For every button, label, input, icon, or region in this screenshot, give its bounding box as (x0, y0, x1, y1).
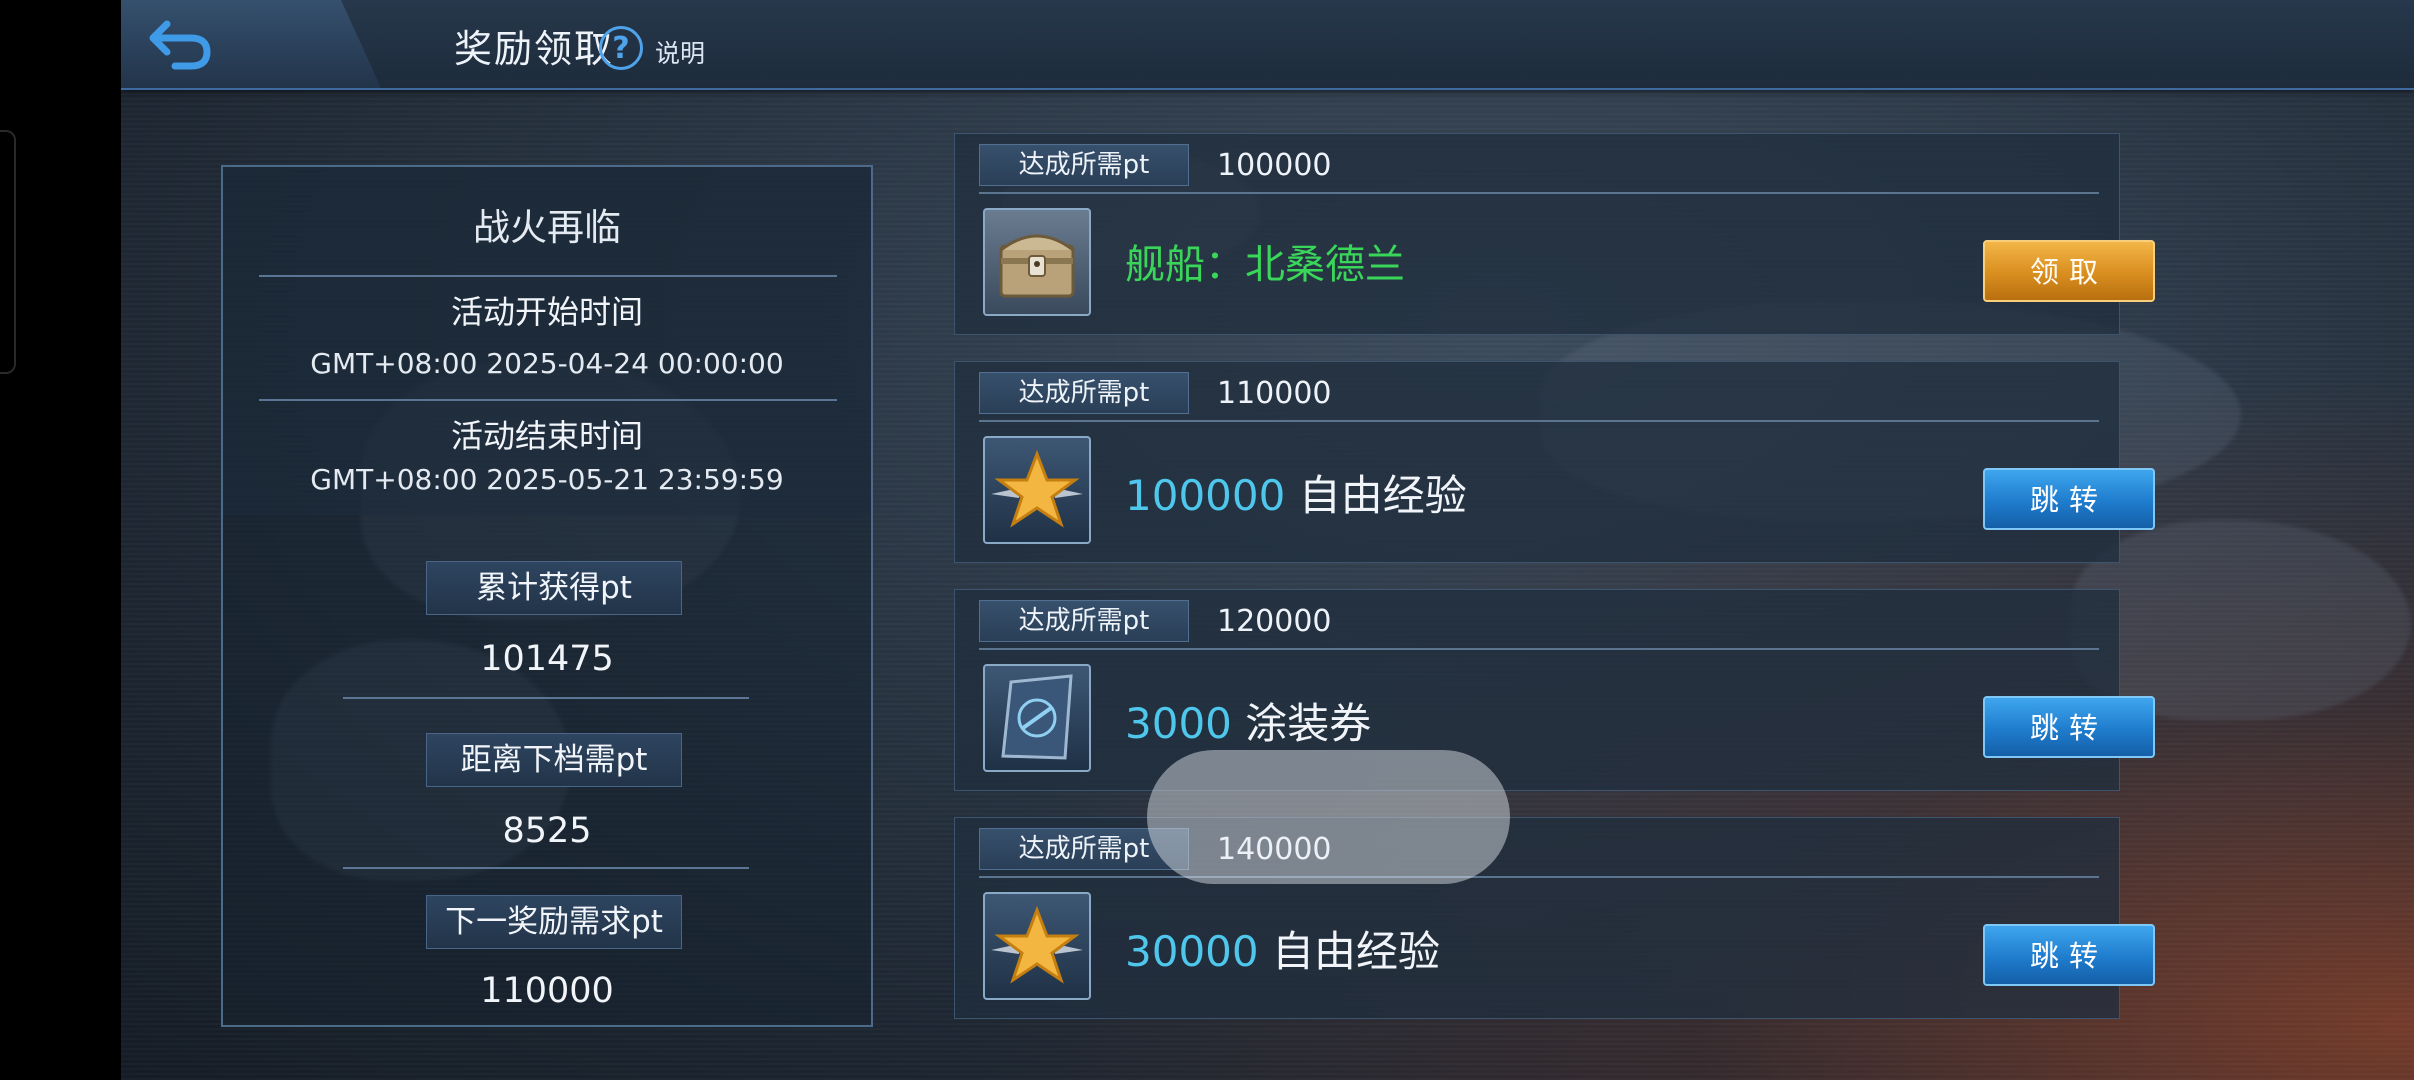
divider (979, 192, 2099, 194)
reward-name: 自由经验 (1271, 927, 1440, 976)
required-pt-value: 120000 (1217, 604, 1332, 639)
jump-button[interactable]: 跳转 (1983, 696, 2155, 758)
phone-edge (0, 130, 16, 374)
reward-text: 30000 自由经验 (1125, 918, 1440, 979)
reward-card: 达成所需pt 140000 30000 自由经验 跳转 (954, 817, 2155, 1019)
divider (343, 697, 749, 699)
back-arrow-icon (149, 20, 211, 70)
divider (259, 275, 837, 277)
required-pt-value: 100000 (1217, 148, 1332, 183)
required-pt-label: 达成所需pt (979, 372, 1189, 414)
next-req-value: 110000 (480, 971, 614, 1011)
next-gap-label: 距离下档需pt (426, 733, 682, 787)
start-time-value: GMT+08:00 2025-04-24 00:00:00 (310, 347, 784, 380)
end-time-value: GMT+08:00 2025-05-21 23:59:59 (310, 463, 784, 496)
required-pt-label: 达成所需pt (979, 828, 1189, 870)
question-icon: ? (599, 26, 643, 70)
camo-ticket-icon (1001, 674, 1073, 760)
reward-name: 涂装券 (1245, 699, 1372, 748)
reward-amount: 100000 (1125, 471, 1286, 520)
page-title: 奖励领取 (454, 27, 615, 71)
next-gap-value: 8525 (502, 811, 592, 851)
required-pt-value: 140000 (1217, 832, 1332, 867)
reward-icon (983, 664, 1091, 772)
reward-card: 达成所需pt 120000 3000 涂装券 跳转 (954, 589, 2155, 791)
reward-icon (983, 208, 1091, 316)
map-land (2071, 520, 2411, 720)
reward-text: 3000 涂装券 (1125, 690, 1371, 751)
divider (259, 399, 837, 401)
reward-screen: 奖励领取 ? 说明 战火再临 活动开始时间 GMT+08:00 2025-04-… (121, 0, 2414, 1080)
claim-button[interactable]: 领取 (1983, 240, 2155, 302)
reward-card: 达成所需pt 100000 舰船：北桑德兰 领取 (954, 133, 2155, 335)
end-time-label: 活动结束时间 (450, 417, 643, 455)
help-button[interactable]: ? 说明 (599, 24, 705, 72)
reward-icon (983, 436, 1091, 544)
reward-card: 达成所需pt 110000 100000 自由经验 跳转 (954, 361, 2155, 563)
event-name: 战火再临 (473, 206, 621, 249)
required-pt-label: 达成所需pt (979, 144, 1189, 186)
star-icon (991, 450, 1083, 528)
start-time-label: 活动开始时间 (450, 293, 643, 331)
required-pt-value: 110000 (1217, 376, 1332, 411)
divider (979, 876, 2099, 878)
jump-button[interactable]: 跳转 (1983, 924, 2155, 986)
back-button[interactable] (145, 8, 225, 78)
jump-button[interactable]: 跳转 (1983, 468, 2155, 530)
treasure-chest-icon (999, 234, 1075, 298)
total-pt-label: 累计获得pt (426, 561, 682, 615)
star-icon (991, 906, 1083, 984)
reward-amount: 3000 (1125, 699, 1232, 748)
total-pt-value: 101475 (480, 639, 614, 679)
required-pt-label: 达成所需pt (979, 600, 1189, 642)
divider (343, 867, 749, 869)
reward-text: 100000 自由经验 (1125, 462, 1467, 523)
event-info-panel: 战火再临 活动开始时间 GMT+08:00 2025-04-24 00:00:0… (221, 165, 873, 1027)
reward-text: 舰船：北桑德兰 (1125, 242, 1405, 288)
reward-name: 自由经验 (1298, 471, 1467, 520)
reward-icon (983, 892, 1091, 1000)
reward-amount: 30000 (1125, 927, 1259, 976)
help-label: 说明 (655, 39, 706, 68)
divider (979, 648, 2099, 650)
top-bar: 奖励领取 ? 说明 (121, 0, 2414, 90)
divider (979, 420, 2099, 422)
next-req-label: 下一奖励需求pt (426, 895, 682, 949)
